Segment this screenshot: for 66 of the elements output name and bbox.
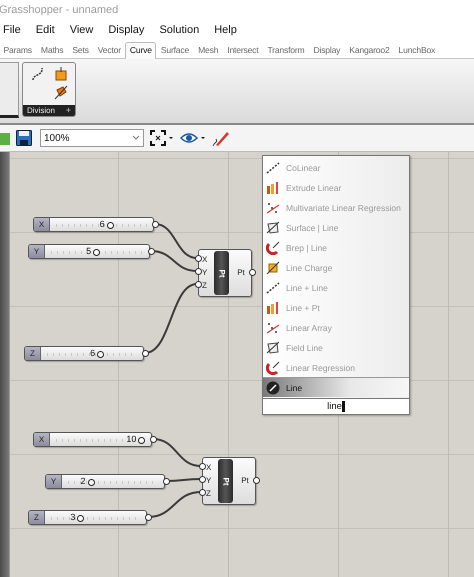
ribbon-tab[interactable]: Transform	[262, 42, 309, 58]
magnet-icon	[266, 360, 280, 374]
number-slider[interactable]: Y 5	[28, 244, 150, 259]
output-port[interactable]	[253, 477, 260, 484]
ribbon-tab[interactable]: Maths	[36, 42, 68, 58]
slider-handle[interactable]	[97, 351, 104, 358]
bars-icon	[266, 300, 280, 314]
scatter-icon	[266, 200, 280, 214]
slider-handle[interactable]	[138, 437, 146, 444]
menu-item[interactable]: Solution	[159, 24, 200, 36]
save-icon[interactable]	[16, 130, 32, 146]
ribbon-tab[interactable]: Mesh	[194, 42, 223, 58]
ribbon-tab[interactable]: Curve	[125, 42, 156, 59]
zoom-extents-icon[interactable]	[150, 130, 174, 146]
search-result[interactable]: Line	[263, 377, 409, 397]
ribbon-panel	[0, 62, 19, 118]
ribbon-tab[interactable]: Params	[0, 42, 36, 58]
menu-item[interactable]: Help	[214, 24, 237, 36]
magnet-icon	[266, 240, 280, 254]
pen-icon[interactable]	[212, 129, 230, 147]
slider-handle[interactable]	[93, 249, 100, 256]
dotted-line-icon	[266, 280, 280, 294]
dotted-line-icon	[266, 160, 280, 174]
point-component[interactable]: X Y Z Pt Pt	[202, 457, 256, 505]
output-port[interactable]	[148, 248, 155, 255]
ribbon-tab[interactable]: Vector	[93, 42, 126, 58]
output-port[interactable]	[249, 269, 256, 276]
number-slider[interactable]: X 10	[33, 432, 152, 447]
output-port[interactable]	[145, 514, 152, 521]
plane-icon	[266, 220, 280, 234]
point-component[interactable]: X Y Z Pt Pt	[198, 249, 252, 297]
ribbon-tab[interactable]: Surface	[156, 42, 194, 58]
number-slider[interactable]: Z 6	[24, 346, 144, 361]
ribbon-tab[interactable]: Sets	[68, 42, 94, 58]
ribbon-tab[interactable]: LunchBox	[394, 42, 440, 58]
plane-icon	[266, 340, 280, 354]
expand-button[interactable]: +	[66, 106, 71, 115]
output-port[interactable]	[152, 221, 159, 228]
curve-icon[interactable]	[30, 66, 44, 82]
bars-icon	[266, 180, 280, 194]
panel-label: Division	[27, 106, 56, 115]
chevron-down-icon	[132, 135, 140, 141]
box-icon	[266, 260, 280, 274]
number-slider[interactable]: Y 2	[45, 474, 165, 489]
menu-item[interactable]: Display	[108, 24, 144, 36]
search-field[interactable]: line	[263, 398, 409, 414]
ribbon-tab[interactable]: Kangaroo2	[344, 42, 394, 58]
zoom-dropdown[interactable]: 100%	[40, 129, 144, 147]
output-port[interactable]	[163, 478, 170, 485]
line-icon	[266, 380, 280, 394]
menu-item[interactable]: File	[3, 24, 21, 36]
slider-handle[interactable]	[77, 515, 84, 522]
output-port[interactable]	[142, 350, 149, 357]
cube-icon[interactable]	[54, 84, 68, 100]
output-port[interactable]	[150, 436, 157, 443]
ribbon-tab[interactable]: Display	[309, 42, 345, 58]
ribbon-tab[interactable]: Intersect	[222, 42, 263, 58]
menu-item[interactable]: Edit	[36, 24, 55, 36]
box-icon[interactable]	[54, 66, 68, 82]
slider-handle[interactable]	[88, 479, 94, 486]
canvas[interactable]	[0, 152, 474, 577]
number-slider[interactable]: X 6	[33, 217, 154, 232]
number-slider[interactable]: Z 3	[28, 510, 147, 525]
slider-handle[interactable]	[106, 222, 114, 229]
scatter-icon	[266, 320, 280, 334]
menu-item[interactable]: View	[70, 24, 94, 36]
